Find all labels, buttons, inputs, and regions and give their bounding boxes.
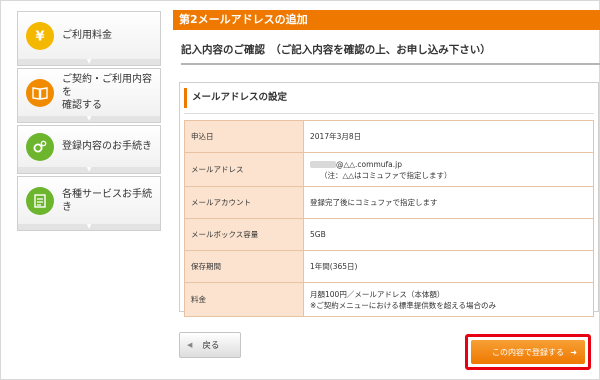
back-button-label: 戻る bbox=[202, 341, 220, 351]
svg-text:¥: ¥ bbox=[35, 29, 44, 44]
submit-button-label: この内容で登録する bbox=[492, 347, 564, 357]
table-row: 料金 月額100円／メールアドレス（本体額） ※ご契約メニューにおける標準提供数… bbox=[184, 282, 594, 317]
checklist-icon bbox=[26, 186, 54, 215]
row-value: 登録完了後にコミュファで指定します bbox=[303, 186, 594, 219]
main-content: 第2メールアドレスの追加 記入内容のご確認 （ご記入内容を確認の上、お申し込み下… bbox=[173, 10, 600, 380]
sidebar-item-services[interactable]: 各種サービスお手続き ▼ bbox=[17, 176, 161, 231]
row-label: 保存期間 bbox=[184, 250, 304, 283]
sidebar-item-fees[interactable]: ¥ ご利用料金 ▼ bbox=[17, 11, 161, 66]
row-label: メールボックス容量 bbox=[184, 218, 304, 251]
section-heading: メールアドレスの設定 bbox=[184, 88, 594, 108]
settings-section: メールアドレスの設定 申込日 2017年3月8日 メールアドレス @△△.com… bbox=[179, 82, 599, 317]
submit-button[interactable]: この内容で登録する ➜ bbox=[471, 340, 585, 364]
sidebar-item-registration[interactable]: 登録内容のお手続き ▼ bbox=[17, 125, 161, 174]
email-domain: @△△.commufa.jp bbox=[336, 159, 402, 169]
email-note: （注：△△はコミュファで指定します） bbox=[320, 170, 452, 180]
info-table: 申込日 2017年3月8日 メールアドレス @△△.commufa.jp （注：… bbox=[184, 120, 594, 317]
page-frame: ¥ ご利用料金 ▼ ご契約・ご利用内容を 確認する ▼ 登録内容のお手続き ▼ … bbox=[0, 0, 600, 380]
section-heading-container: メールアドレスの設定 bbox=[184, 88, 594, 114]
sidebar: ¥ ご利用料金 ▼ ご契約・ご利用内容を 確認する ▼ 登録内容のお手続き ▼ … bbox=[17, 11, 161, 233]
table-row: メールボックス容量 5GB bbox=[184, 218, 594, 251]
arrow-right-icon: ➜ bbox=[570, 347, 577, 357]
yen-coin-icon: ¥ bbox=[26, 21, 54, 50]
book-icon bbox=[26, 78, 54, 107]
sidebar-item-contract[interactable]: ご契約・ご利用内容を 確認する ▼ bbox=[17, 68, 161, 123]
fee-note: ※ご契約メニューにおける標準提供数を超える場合のみ bbox=[310, 300, 497, 310]
row-label: メールアドレス bbox=[184, 152, 304, 187]
highlight-frame: この内容で登録する ➜ bbox=[465, 334, 591, 370]
chevron-down-icon: ▼ bbox=[17, 116, 161, 123]
chevron-down-icon: ▼ bbox=[17, 59, 161, 66]
sidebar-item-label: 登録内容のお手続き bbox=[62, 141, 152, 152]
table-row: メールアカウント 登録完了後にコミュファで指定します bbox=[184, 186, 594, 219]
sidebar-item-label: ご契約・ご利用内容を 確認する bbox=[62, 74, 152, 111]
row-value: 月額100円／メールアドレス（本体額） ※ご契約メニューにおける標準提供数を超え… bbox=[303, 282, 594, 317]
row-label: 申込日 bbox=[184, 120, 304, 153]
row-value: 2017年3月8日 bbox=[303, 120, 594, 153]
fee-text: 月額100円／メールアドレス（本体額） bbox=[310, 289, 445, 299]
row-value: 5GB bbox=[303, 218, 594, 251]
table-row: 申込日 2017年3月8日 bbox=[184, 120, 594, 153]
back-button[interactable]: ◀ 戻る bbox=[179, 332, 241, 358]
gear-icon bbox=[26, 132, 54, 161]
redacted-text bbox=[310, 161, 336, 168]
chevron-down-icon: ▼ bbox=[17, 167, 161, 174]
row-label: メールアカウント bbox=[184, 186, 304, 219]
sidebar-item-label: ご利用料金 bbox=[62, 30, 112, 41]
table-row: メールアドレス @△△.commufa.jp （注：△△はコミュファで指定します… bbox=[184, 152, 594, 187]
chevron-down-icon: ▼ bbox=[17, 224, 161, 231]
row-value: @△△.commufa.jp （注：△△はコミュファで指定します） bbox=[303, 152, 594, 187]
sidebar-item-label: 各種サービスお手続き bbox=[62, 188, 152, 213]
arrow-left-icon: ◀ bbox=[187, 341, 193, 349]
row-value: 1年間(365日) bbox=[303, 250, 594, 283]
confirm-heading: 記入内容のご確認 （ご記入内容を確認の上、お申し込み下さい） bbox=[181, 42, 600, 65]
table-row: 保存期間 1年間(365日) bbox=[184, 250, 594, 283]
row-label: 料金 bbox=[184, 282, 304, 317]
page-title: 第2メールアドレスの追加 bbox=[173, 10, 600, 30]
